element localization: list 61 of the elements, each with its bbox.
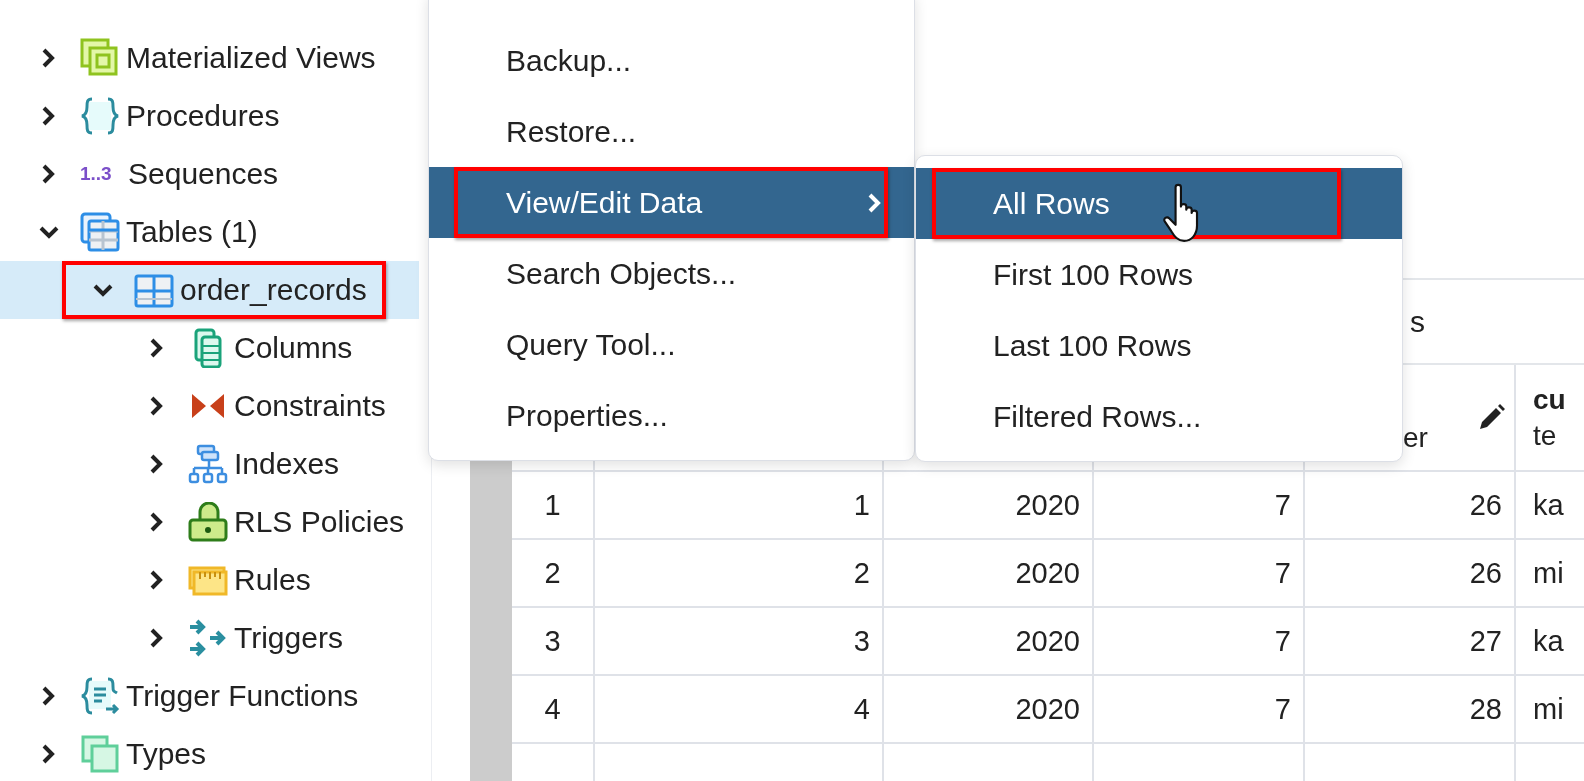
submenu-item[interactable]: All Rows bbox=[916, 168, 1402, 239]
table-cell: 2020 bbox=[884, 472, 1094, 538]
menu-item[interactable]: Properties... bbox=[429, 380, 914, 451]
arrows-icon bbox=[188, 618, 228, 658]
tree-item[interactable]: Columns bbox=[0, 319, 431, 377]
panel-title: s bbox=[1410, 304, 1425, 339]
row-number: 4 bbox=[512, 676, 595, 742]
row-number: 3 bbox=[512, 608, 595, 674]
tree-item[interactable]: RLS Policies bbox=[0, 493, 431, 551]
tree-item[interactable]: Materialized Views bbox=[0, 29, 431, 87]
submenu-item[interactable]: Last 100 Rows bbox=[916, 310, 1402, 381]
table-cell-text: ka bbox=[1532, 487, 1565, 523]
squares-icon bbox=[80, 734, 120, 774]
tree-item[interactable]: Trigger Functions bbox=[0, 667, 431, 725]
submenu-item[interactable]: First 100 Rows bbox=[916, 239, 1402, 310]
tree-item[interactable]: Types bbox=[0, 725, 431, 781]
table-cell: 2 bbox=[595, 540, 884, 606]
tree-item[interactable]: Tables (1) bbox=[0, 203, 431, 261]
tree-item[interactable]: Constraints bbox=[0, 377, 431, 435]
table-cell: 4 bbox=[595, 676, 884, 742]
table-cell: 2020 bbox=[884, 676, 1094, 742]
padlock-icon bbox=[188, 502, 228, 542]
hierarchy-icon bbox=[188, 444, 228, 484]
table-cell: 7 bbox=[1094, 608, 1305, 674]
table-cell-text: ka bbox=[1532, 623, 1565, 659]
tree-item[interactable]: Rules bbox=[0, 551, 431, 609]
table-cell: 26 bbox=[1305, 540, 1516, 606]
table-cell: 7 bbox=[1094, 472, 1305, 538]
highlight-box: order_records bbox=[62, 261, 386, 319]
column-type: te bbox=[1533, 419, 1558, 452]
layers-icon bbox=[80, 38, 120, 78]
table-cell: 7 bbox=[1094, 540, 1305, 606]
column-name: cu bbox=[1533, 383, 1566, 416]
row-number: 2 bbox=[512, 540, 595, 606]
table-cell: 26 bbox=[1305, 472, 1516, 538]
table-cell: 1 bbox=[595, 472, 884, 538]
tree-item[interactable]: order_records bbox=[0, 261, 419, 319]
sequence-icon: 1..3 bbox=[80, 163, 120, 185]
menu-item[interactable]: Query Tool... bbox=[429, 309, 914, 380]
table-cell: 2020 bbox=[884, 540, 1094, 606]
submenu-item[interactable]: Filtered Rows... bbox=[916, 381, 1402, 452]
row-number: 1 bbox=[512, 472, 595, 538]
table-cell-text: mi bbox=[1532, 555, 1565, 591]
tree-item[interactable]: Triggers bbox=[0, 609, 431, 667]
table-cell: 3 bbox=[595, 608, 884, 674]
table-cell: 28 bbox=[1305, 676, 1516, 742]
tree-item[interactable]: Procedures bbox=[0, 87, 431, 145]
menu-item[interactable]: Restore... bbox=[429, 96, 914, 167]
column-type: er bbox=[1403, 421, 1428, 454]
table-cell: 7 bbox=[1094, 676, 1305, 742]
braces-arrow-icon bbox=[80, 676, 120, 716]
tree-item[interactable]: 1..3 Sequences bbox=[0, 145, 431, 203]
table-cell: 2020 bbox=[884, 608, 1094, 674]
menu-item[interactable]: Backup... bbox=[429, 25, 914, 96]
braces-icon bbox=[80, 96, 120, 136]
table-cell: 27 bbox=[1305, 608, 1516, 674]
menu-item[interactable]: Search Objects... bbox=[429, 238, 914, 309]
tables-icon bbox=[80, 212, 120, 252]
highlight-box: All Rows bbox=[932, 168, 1341, 239]
tree-item[interactable]: Indexes bbox=[0, 435, 431, 493]
table-cell-text: mi bbox=[1532, 691, 1565, 727]
